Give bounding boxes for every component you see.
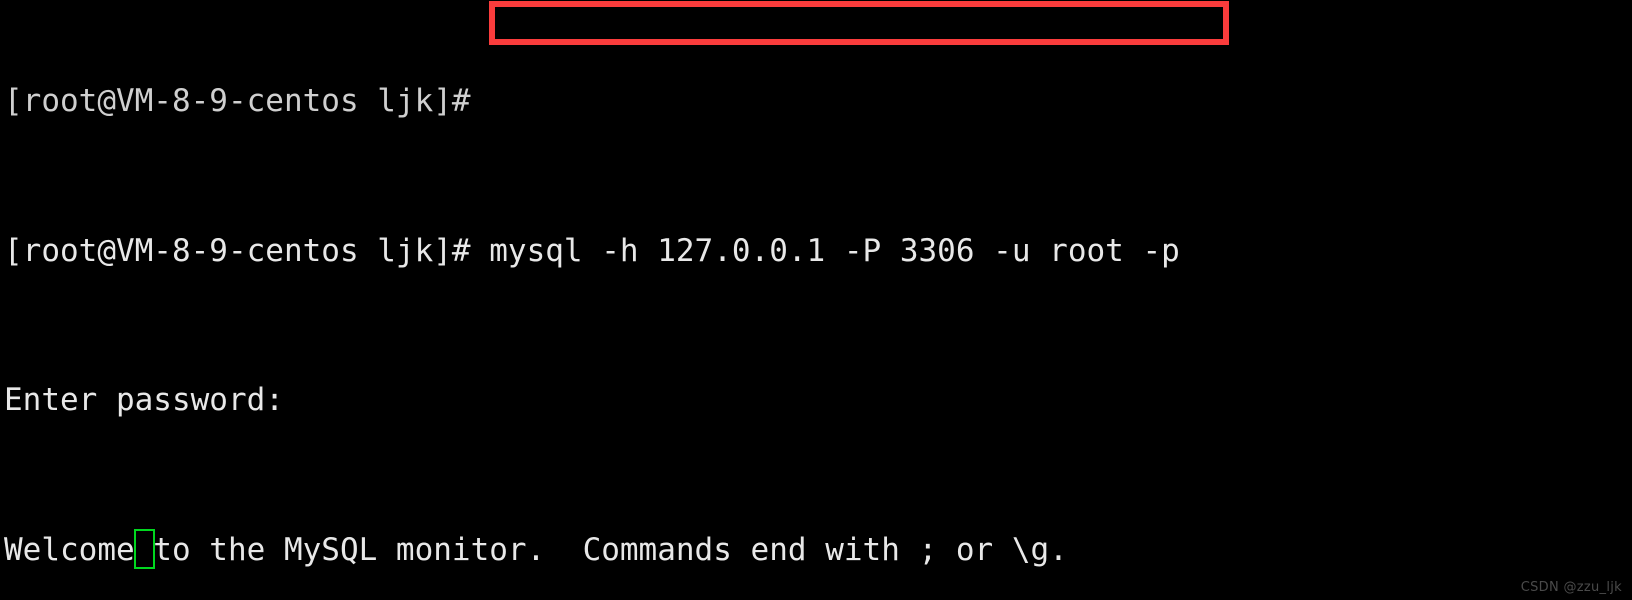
text-cursor [134, 529, 155, 569]
watermark-label: CSDN @zzu_ljk [1520, 580, 1622, 595]
terminal-output: [root@VM-8-9-centos ljk]# [root@VM-8-9-c… [0, 0, 1632, 600]
terminal-line-password-prompt: Enter password: [4, 382, 284, 419]
terminal-line-scrolled-sliver: [root@VM-8-9-centos ljk]# [4, 83, 471, 120]
terminal-window[interactable]: [root@VM-8-9-centos ljk]# [root@VM-8-9-c… [0, 0, 1632, 600]
terminal-line-welcome: Welcome to the MySQL monitor. Commands e… [4, 532, 1068, 569]
terminal-line-command-prompt: [root@VM-8-9-centos ljk]# mysql -h 127.0… [4, 232, 1180, 269]
